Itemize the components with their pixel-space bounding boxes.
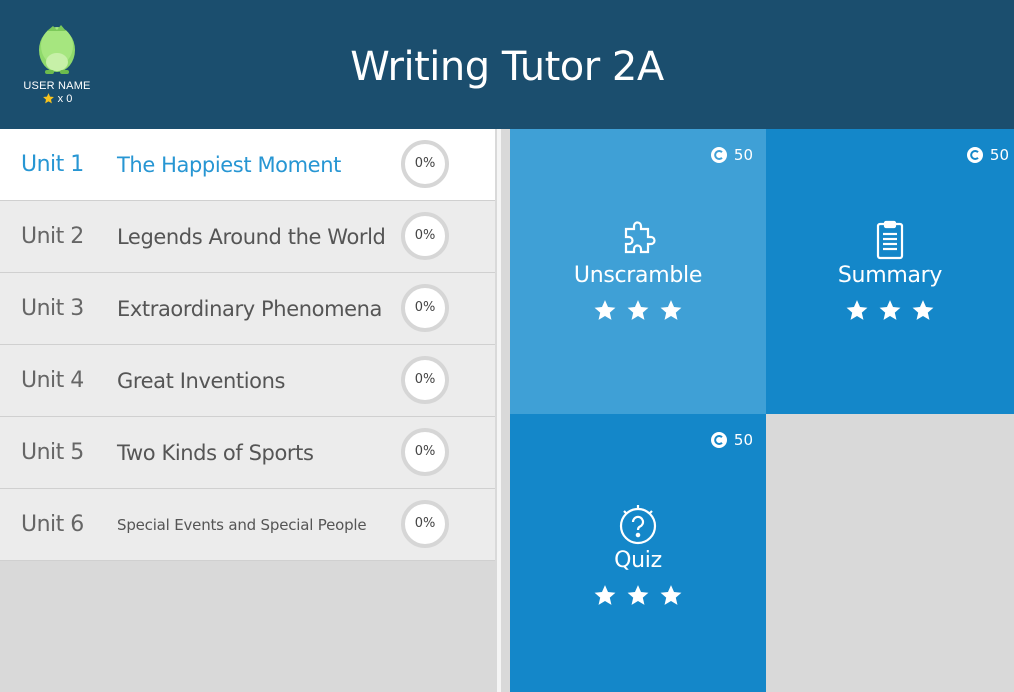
tile-label: Quiz [614,548,662,573]
star-rating [766,298,1014,323]
star-icon [846,300,868,320]
clipboard-icon [876,220,904,260]
points-value: 50 [733,146,753,164]
unit-row-2[interactable]: Unit 2 Legends Around the World 0% [0,201,495,273]
unit-row-5[interactable]: Unit 5 Two Kinds of Sports 0% [0,417,495,489]
unit-number: Unit 3 [21,296,84,321]
star-icon [594,585,616,605]
unscramble-tile[interactable]: 50 Unscramble [510,129,766,414]
unit-row-3[interactable]: Unit 3 Extraordinary Phenomena 0% [0,273,495,345]
coin-icon [710,147,727,163]
star-icon [627,300,649,320]
puzzle-icon [624,221,656,254]
points-value: 50 [989,146,1009,164]
unit-title: Legends Around the World [117,225,386,249]
unit-title: Extraordinary Phenomena [117,297,383,321]
star-icon [42,93,54,104]
star-icon [912,300,934,320]
tile-label: Summary [837,263,943,288]
star-icon [879,300,901,320]
app-header: USER NAME x 0 Writing Tutor 2A [0,0,1014,129]
star-rating [510,298,766,323]
star-count-value: x 0 [57,92,73,105]
unit-number: Unit 1 [21,152,84,177]
unit-progress-ring: 0% [401,212,449,260]
quiz-tile[interactable]: 50 Quiz [510,414,766,692]
star-icon [660,585,682,605]
unit-progress-ring: 0% [401,356,449,404]
unit-number: Unit 6 [21,512,84,537]
star-icon [627,585,649,605]
summary-tile[interactable]: 50 Summary [766,129,1014,414]
points-badge: 50 [710,431,753,449]
unit-number: Unit 5 [21,440,84,465]
question-bulb-icon [619,505,657,545]
unit-title: Great Inventions [117,369,286,393]
coin-icon [710,432,727,448]
unit-progress-ring: 0% [401,500,449,548]
star-icon [660,300,682,320]
unit-title: Special Events and Special People [117,516,367,534]
unit-number: Unit 2 [21,224,84,249]
unit-progress-value: 0% [414,515,436,531]
star-rating [510,583,766,608]
unit-progress-value: 0% [414,299,436,315]
unit-progress-value: 0% [414,371,436,387]
unit-title: The Happiest Moment [117,153,341,177]
unit-row-4[interactable]: Unit 4 Great Inventions 0% [0,345,495,417]
unit-progress-value: 0% [414,443,436,459]
unit-row-6[interactable]: Unit 6 Special Events and Special People… [0,489,495,561]
unit-progress-ring: 0% [401,428,449,476]
app-title: Writing Tutor 2A [350,44,664,90]
star-count: x 0 [14,92,100,105]
star-icon [594,300,616,320]
unit-progress-ring: 0% [401,140,449,188]
unit-progress-value: 0% [414,227,436,243]
tile-label: Unscramble [573,263,703,288]
unit-row-1[interactable]: Unit 1 The Happiest Moment 0% [0,129,495,201]
points-value: 50 [733,431,753,449]
points-badge: 50 [710,146,753,164]
unit-number: Unit 4 [21,368,84,393]
coin-icon [966,147,983,163]
unit-title: Two Kinds of Sports [117,441,314,465]
panel-gap [501,129,510,692]
unit-list: Unit 1 The Happiest Moment 0% Unit 2 Leg… [0,129,495,561]
points-badge: 50 [966,146,1009,164]
unit-progress-value: 0% [414,155,436,171]
unit-progress-ring: 0% [401,284,449,332]
